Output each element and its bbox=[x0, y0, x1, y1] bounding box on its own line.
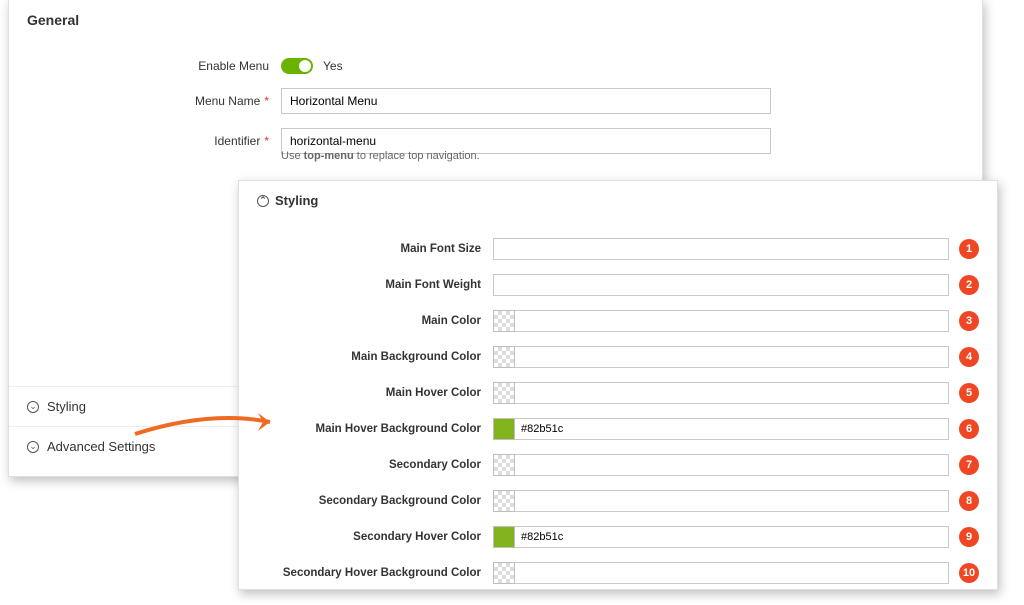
styling-input[interactable] bbox=[515, 562, 949, 584]
styling-panel-header[interactable]: ⌃ Styling bbox=[239, 181, 997, 212]
annotation-marker: 10 bbox=[959, 563, 979, 583]
annotation-marker: 7 bbox=[959, 455, 979, 475]
styling-rows: Main Font Size 1 Main Font Weight 2 Main Col… bbox=[239, 212, 997, 584]
styling-row: Secondary Hover Color 9 bbox=[239, 526, 997, 548]
annotation-marker: 5 bbox=[959, 383, 979, 403]
styling-input-wrap bbox=[493, 418, 949, 440]
menu-name-row: Menu Name* bbox=[9, 88, 982, 114]
enable-menu-label: Enable Menu bbox=[9, 59, 281, 73]
enable-menu-toggle[interactable] bbox=[281, 58, 313, 74]
styling-input-wrap bbox=[493, 382, 949, 404]
styling-input-wrap bbox=[493, 562, 949, 584]
styling-row: Main Background Color 4 bbox=[239, 346, 997, 368]
color-swatch[interactable] bbox=[493, 418, 515, 440]
styling-row: Main Color 3 bbox=[239, 310, 997, 332]
color-swatch[interactable] bbox=[493, 490, 515, 512]
styling-collapser-label: Styling bbox=[47, 399, 86, 414]
styling-row: Secondary Background Color 8 bbox=[239, 490, 997, 512]
chevron-up-icon: ⌃ bbox=[257, 195, 269, 207]
styling-row: Main Hover Color 5 bbox=[239, 382, 997, 404]
styling-input-wrap bbox=[493, 274, 949, 296]
color-swatch[interactable] bbox=[493, 454, 515, 476]
required-indicator: * bbox=[264, 94, 269, 108]
styling-row-label: Secondary Background Color bbox=[257, 495, 493, 507]
styling-input-wrap bbox=[493, 454, 949, 476]
annotation-marker: 9 bbox=[959, 527, 979, 547]
styling-row: Secondary Hover Background Color 10 bbox=[239, 562, 997, 584]
styling-input[interactable] bbox=[515, 310, 949, 332]
menu-name-input[interactable] bbox=[281, 88, 771, 114]
styling-input-wrap bbox=[493, 238, 949, 260]
styling-input[interactable] bbox=[515, 418, 949, 440]
styling-row-label: Main Color bbox=[257, 315, 493, 327]
menu-name-label: Menu Name* bbox=[9, 94, 281, 108]
styling-input[interactable] bbox=[515, 490, 949, 512]
annotation-marker: 2 bbox=[959, 275, 979, 295]
styling-input-wrap bbox=[493, 490, 949, 512]
styling-input[interactable] bbox=[493, 274, 949, 296]
styling-panel: ⌃ Styling Main Font Size 1 Main Font Weigh… bbox=[238, 180, 998, 590]
color-swatch[interactable] bbox=[493, 526, 515, 548]
styling-input-wrap bbox=[493, 310, 949, 332]
enable-menu-value: Yes bbox=[323, 59, 343, 73]
chevron-down-icon: ⌄ bbox=[27, 441, 39, 453]
styling-row-label: Main Hover Background Color bbox=[257, 423, 493, 435]
styling-input[interactable] bbox=[515, 382, 949, 404]
styling-row-label: Secondary Hover Background Color bbox=[257, 567, 493, 579]
styling-input[interactable] bbox=[515, 346, 949, 368]
styling-row-label: Secondary Color bbox=[257, 459, 493, 471]
annotation-marker: 4 bbox=[959, 347, 979, 367]
annotation-marker: 8 bbox=[959, 491, 979, 511]
styling-row-label: Main Hover Color bbox=[257, 387, 493, 399]
styling-input[interactable] bbox=[493, 238, 949, 260]
advanced-collapser-label: Advanced Settings bbox=[47, 439, 155, 454]
styling-row-label: Main Font Size bbox=[257, 243, 493, 255]
styling-input[interactable] bbox=[515, 526, 949, 548]
annotation-marker: 1 bbox=[959, 239, 979, 259]
general-form: Enable Menu Yes Menu Name* Identifier* bbox=[9, 34, 982, 162]
chevron-down-icon: ⌄ bbox=[27, 401, 39, 413]
annotation-marker: 6 bbox=[959, 419, 979, 439]
enable-menu-row: Enable Menu Yes bbox=[9, 58, 982, 74]
color-swatch[interactable] bbox=[493, 562, 515, 584]
color-swatch[interactable] bbox=[493, 346, 515, 368]
styling-row: Main Font Weight 2 bbox=[239, 274, 997, 296]
styling-row-label: Main Background Color bbox=[257, 351, 493, 363]
color-swatch[interactable] bbox=[493, 310, 515, 332]
styling-input[interactable] bbox=[515, 454, 949, 476]
required-indicator: * bbox=[264, 134, 269, 148]
color-swatch[interactable] bbox=[493, 382, 515, 404]
styling-row: Main Font Size 1 bbox=[239, 238, 997, 260]
styling-row-label: Main Font Weight bbox=[257, 279, 493, 291]
annotation-marker: 3 bbox=[959, 311, 979, 331]
styling-input-wrap bbox=[493, 526, 949, 548]
styling-row: Secondary Color 7 bbox=[239, 454, 997, 476]
identifier-hint: Use top-menu to replace top navigation. bbox=[281, 150, 480, 162]
styling-row: Main Hover Background Color 6 bbox=[239, 418, 997, 440]
styling-panel-title: Styling bbox=[275, 193, 318, 208]
general-title: General bbox=[9, 0, 982, 34]
styling-input-wrap bbox=[493, 346, 949, 368]
identifier-label: Identifier* bbox=[9, 134, 281, 148]
styling-row-label: Secondary Hover Color bbox=[257, 531, 493, 543]
